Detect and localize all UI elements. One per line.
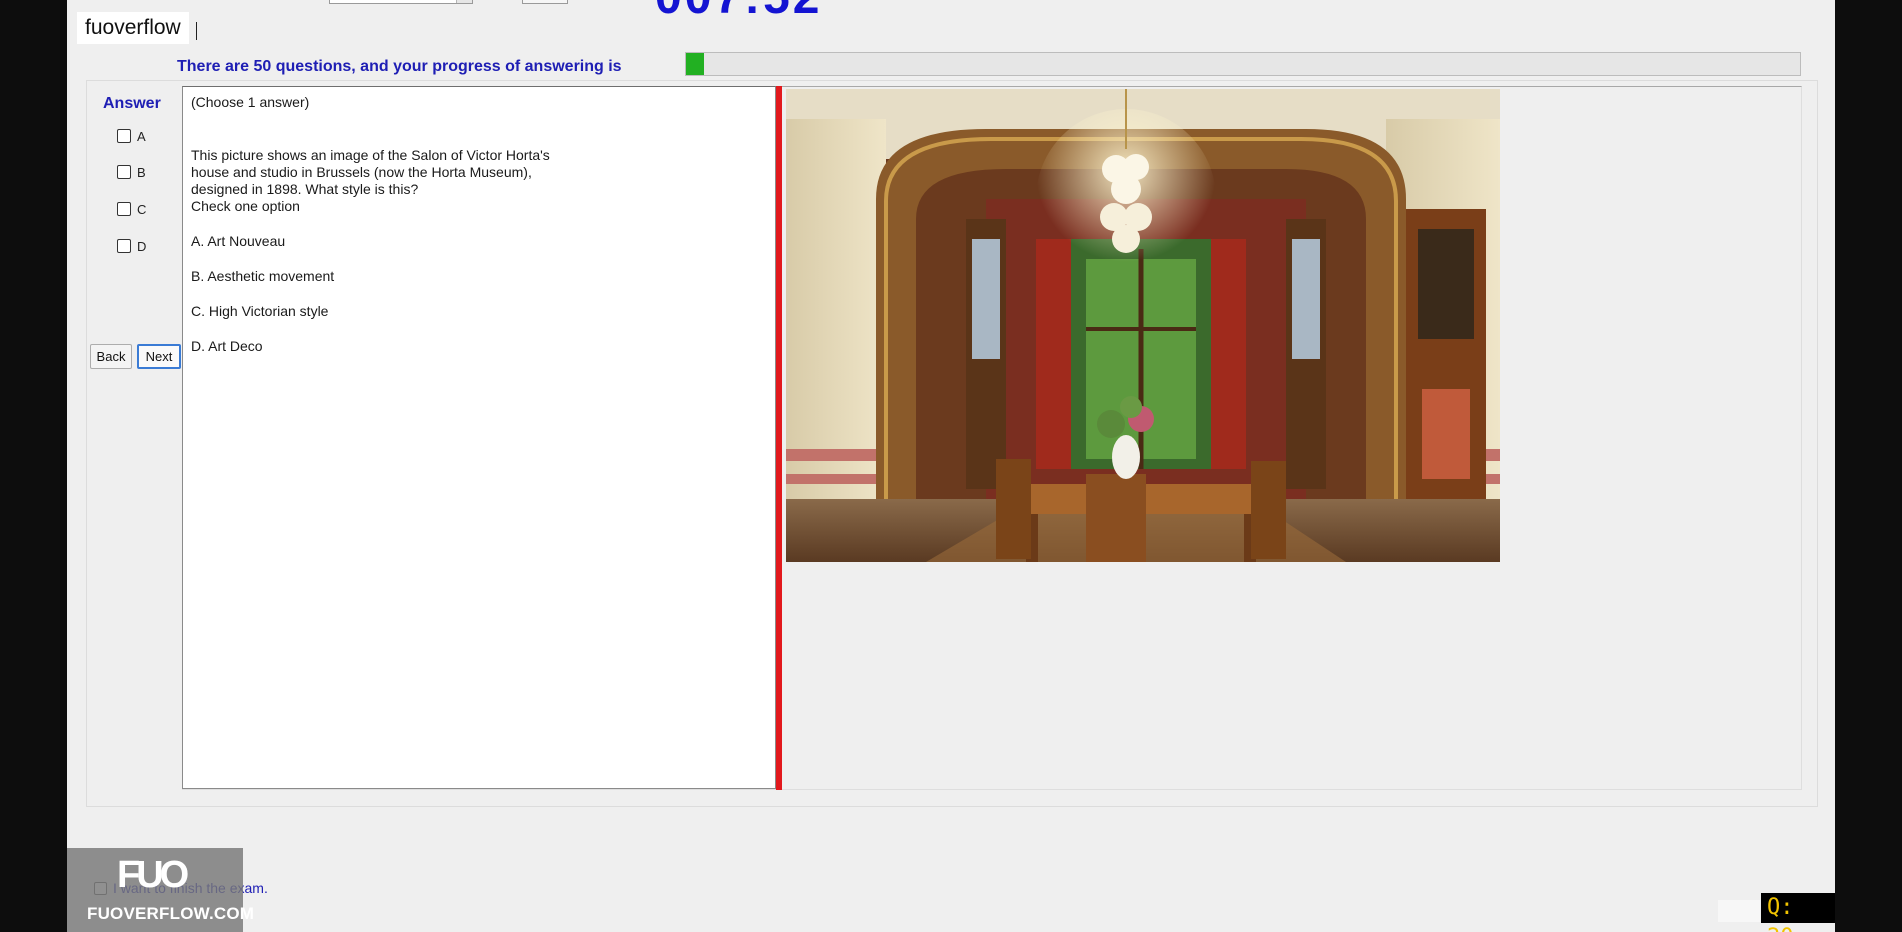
question-line: This picture shows an image of the Salon… [191, 147, 550, 163]
answer-option-d[interactable]: D [117, 237, 146, 255]
progress-bar-fill [686, 53, 704, 75]
progress-label: There are 50 questions, and your progres… [177, 58, 622, 75]
answer-c-label: C [137, 201, 147, 217]
top-dropdown[interactable] [329, 0, 473, 4]
watermark-label: fuoverflow [77, 12, 189, 44]
choice-a-text: A. Art Nouveau [191, 233, 286, 249]
answer-d-label: D [137, 238, 147, 254]
question-line: Check one option [191, 198, 300, 214]
fuo-logo-mark: FUO [117, 854, 189, 896]
question-line: designed in 1898. What style is this? [191, 181, 419, 197]
question-line: house and studio in Brussels (now the Ho… [191, 164, 532, 180]
answer-d-checkbox[interactable] [117, 239, 131, 253]
progress-bar [685, 52, 1801, 76]
question-counter: Q: 20 [1761, 893, 1835, 932]
answer-a-checkbox[interactable] [117, 129, 131, 143]
counter-backdrop [1718, 900, 1760, 922]
next-button[interactable]: Next [137, 344, 181, 369]
answer-option-c[interactable]: C [117, 200, 146, 218]
logo-text: FUOVERFLOW.COM [87, 904, 255, 923]
countdown-timer: 007:52 [655, 0, 822, 25]
exam-window: 007:52 fuoverflow There are 50 questions… [67, 0, 1835, 932]
panel-splitter[interactable] [776, 86, 782, 790]
choice-b-text: B. Aesthetic movement [191, 268, 335, 284]
question-instruction: (Choose 1 answer) [191, 94, 310, 110]
dropdown-arrow-icon[interactable] [456, 0, 472, 3]
horta-salon-photo [786, 89, 1500, 562]
choice-d-text: D. Art Deco [191, 338, 263, 354]
back-button[interactable]: Back [90, 344, 132, 369]
answer-c-checkbox[interactable] [117, 202, 131, 216]
answer-b-label: B [137, 164, 146, 180]
fuoverflow-logo: FUO FUOVERFLOW.COM [67, 848, 254, 932]
answer-option-b[interactable]: B [117, 163, 146, 181]
answer-a-label: A [137, 128, 146, 144]
text-cursor [196, 22, 197, 40]
answer-option-a[interactable]: A [117, 127, 146, 145]
answer-title: Answer [103, 95, 161, 112]
answer-b-checkbox[interactable] [117, 165, 131, 179]
top-small-control[interactable] [522, 0, 568, 4]
question-image [786, 89, 1500, 562]
choice-c-text: C. High Victorian style [191, 303, 329, 319]
question-panel: (Choose 1 answer) This picture shows an … [182, 86, 776, 789]
